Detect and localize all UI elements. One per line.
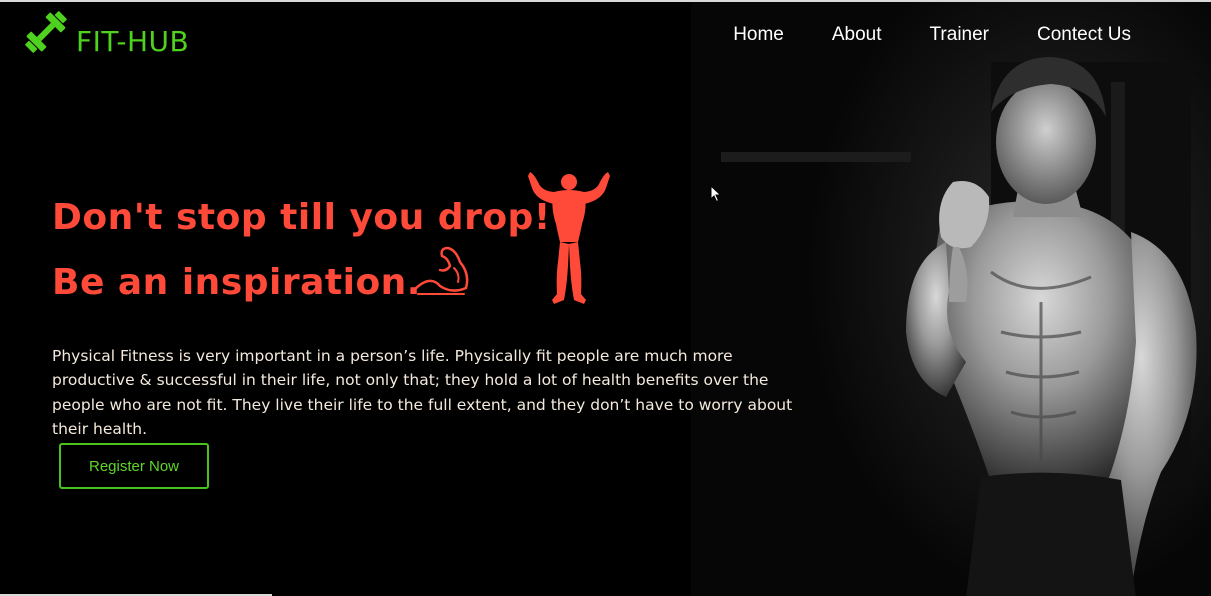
headline-line-1: Don't stop till you drop! — [52, 197, 551, 238]
dumbbell-icon — [20, 6, 72, 63]
brand-logo[interactable]: FIT-HUB — [20, 6, 189, 63]
headline-line-2: Be an inspiration. — [52, 262, 421, 303]
bodybuilder-icon — [526, 166, 612, 313]
nav-contact[interactable]: Contect Us — [1037, 24, 1131, 46]
landing-page: FIT-HUB Home About Trainer Contect Us Do… — [0, 0, 1211, 596]
bodybuilder-photo — [691, 2, 1211, 596]
nav-about[interactable]: About — [832, 24, 882, 46]
brand-name: FIT-HUB — [76, 25, 190, 58]
mouse-cursor-icon — [710, 184, 722, 208]
flexed-bicep-icon — [410, 244, 472, 305]
nav-home[interactable]: Home — [733, 24, 784, 46]
register-now-button[interactable]: Register Now — [59, 443, 209, 489]
nav-trainer[interactable]: Trainer — [930, 24, 989, 46]
main-nav: Home About Trainer Contect Us — [733, 24, 1131, 46]
hero-description: Physical Fitness is very important in a … — [52, 346, 793, 439]
